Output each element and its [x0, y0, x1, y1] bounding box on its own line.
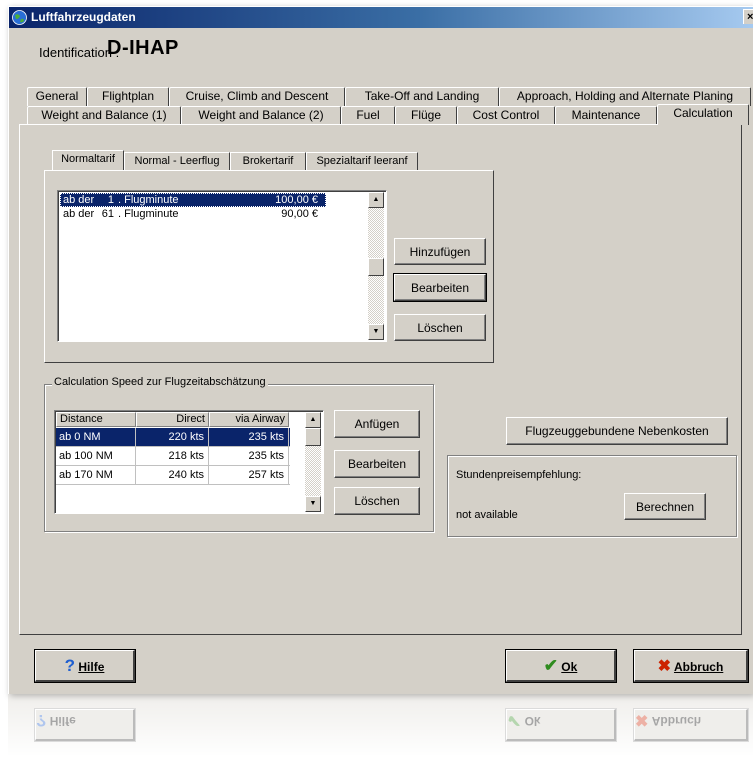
tab-fluege[interactable]: Flüge [395, 106, 457, 125]
tariff-prefix: ab der [63, 208, 95, 220]
subtab-normaltarif[interactable]: Normaltarif [52, 150, 124, 170]
speed-grid-row[interactable]: ab 0 NM 220 kts 235 kts [56, 428, 290, 447]
distance-cell: ab 0 NM [56, 428, 136, 446]
tab-general[interactable]: General [27, 87, 87, 106]
calculate-button[interactable]: Berechnen [624, 493, 706, 520]
tab-calculation[interactable]: Calculation [657, 104, 749, 125]
subtab-spezialtarif[interactable]: Spezialtarif leeranf [306, 152, 418, 170]
tab-weight-balance-1[interactable]: Weight and Balance (1) [27, 106, 181, 125]
close-button[interactable]: × [743, 9, 753, 24]
column-header-distance[interactable]: Distance [56, 412, 136, 427]
airway-speed-cell: 235 kts [209, 447, 289, 465]
check-icon: ✔ [543, 655, 558, 675]
rate-recommendation-value: not available [456, 509, 518, 521]
tab-cost-control[interactable]: Cost Control [457, 106, 555, 125]
scroll-down-button[interactable]: ▼ [305, 496, 321, 512]
delete-speed-button[interactable]: Löschen [334, 487, 420, 515]
ok-label: Ok [561, 659, 578, 674]
tab-flightplan[interactable]: Flightplan [87, 87, 169, 106]
help-icon: ? [64, 655, 76, 675]
tab-weight-balance-2[interactable]: Weight and Balance (2) [181, 106, 341, 125]
delete-tariff-button[interactable]: Löschen [394, 314, 486, 341]
column-header-label: via Airway [235, 413, 285, 425]
tab-row-2: Weight and Balance (1) Weight and Balanc… [27, 104, 752, 125]
help-button[interactable]: ? Hilfe [34, 649, 136, 683]
rate-recommendation-label: Stundenpreisempfehlung: [456, 469, 582, 481]
edit-tariff-button[interactable]: Bearbeiten [393, 273, 487, 302]
speed-grid-scrollbar[interactable]: ▲ ▼ [305, 412, 321, 512]
title-bar[interactable]: Luftfahrzeugdaten × [9, 7, 753, 28]
tariff-minute: 1 [107, 194, 114, 206]
tab-maintenance[interactable]: Maintenance [555, 106, 657, 125]
subtab-normal-leerflug[interactable]: Normal - Leerflug [124, 152, 230, 170]
check-icon: ✔ [507, 711, 522, 730]
window-reflection: ? Hilfe ✔ Ok ✖ Abbruch [8, 694, 753, 771]
help-icon: ? [36, 711, 47, 730]
airway-speed-cell: 257 kts [209, 466, 289, 484]
ok-label-reflection: Ok [524, 714, 541, 728]
add-speed-button[interactable]: Anfügen [334, 410, 420, 438]
column-header-label: Distance [60, 413, 103, 425]
airway-speed-cell: 235 kts [209, 428, 289, 446]
scroll-up-button[interactable]: ▲ [368, 192, 384, 208]
tab-cruise-climb-descent[interactable]: Cruise, Climb and Descent [169, 87, 345, 106]
cancel-label-reflection: Abbruch [651, 714, 702, 728]
scroll-up-button[interactable]: ▲ [305, 412, 321, 428]
tariff-price: 90,00 € [281, 208, 318, 220]
aircraft-extra-costs-button[interactable]: Flugzeuggebundene Nebenkosten [506, 417, 728, 445]
tariff-prefix: ab der [63, 194, 95, 206]
tariff-list-item[interactable]: ab der 61 . Flugminute 90,00 € [60, 207, 326, 221]
cancel-icon: ✖ [657, 657, 672, 675]
distance-cell: ab 100 NM [56, 447, 136, 465]
column-header-via-airway[interactable]: via Airway [209, 412, 289, 427]
add-tariff-button[interactable]: Hinzufügen [394, 238, 486, 265]
direct-speed-cell: 240 kts [136, 466, 209, 484]
scroll-down-button[interactable]: ▼ [368, 324, 384, 340]
subtab-brokertarif[interactable]: Brokertarif [230, 152, 306, 170]
tariff-list-item[interactable]: ab der 1 . Flugminute 100,00 € [60, 193, 326, 207]
help-button-reflection: ? Hilfe [34, 708, 136, 742]
ok-button-reflection: ✔ Ok [505, 708, 617, 742]
tariff-minute: 61 [101, 208, 114, 220]
tab-takeoff-landing[interactable]: Take-Off and Landing [345, 87, 499, 106]
ok-button[interactable]: ✔ Ok [505, 649, 617, 683]
tariff-price: 100,00 € [275, 194, 318, 206]
direct-speed-cell: 218 kts [136, 447, 209, 465]
scroll-thumb[interactable] [368, 258, 384, 276]
tariff-list-scrollbar[interactable]: ▲ ▼ [368, 192, 384, 340]
calculation-speed-label: Calculation Speed zur Flugzeitabschätzun… [52, 376, 268, 388]
identification-value: D-IHAP [107, 37, 179, 59]
speed-grid-row[interactable]: ab 170 NM 240 kts 257 kts [56, 466, 290, 485]
cancel-button[interactable]: ✖ Abbruch [633, 649, 749, 683]
cancel-button-reflection: ✖ Abbruch [633, 708, 749, 742]
tariff-list[interactable]: ab der 1 . Flugminute 100,00 € ab der 61 . Flu… [57, 190, 387, 342]
speed-grid-row[interactable]: ab 100 NM 218 kts 235 kts [56, 447, 290, 466]
direct-speed-cell: 220 kts [136, 428, 209, 446]
help-label-reflection: Hilfe [49, 714, 76, 728]
cancel-icon: ✖ [635, 711, 649, 728]
tab-fuel[interactable]: Fuel [341, 106, 395, 125]
tariff-unit: . Flugminute [118, 194, 179, 206]
speed-grid[interactable]: Distance Direct via Airway ab 0 NM 220 kt… [54, 410, 324, 514]
column-header-direct[interactable]: Direct [136, 412, 209, 427]
cancel-label: Abbruch [673, 659, 724, 674]
tariff-unit: . Flugminute [118, 208, 179, 220]
globe-icon [12, 10, 27, 25]
scroll-thumb[interactable] [305, 428, 321, 446]
window-title: Luftfahrzeugdaten [31, 10, 136, 24]
tab-row-1: General Flightplan Cruise, Climb and Des… [27, 87, 752, 106]
tariff-tabs: Normaltarif Normal - Leerflug Brokertari… [52, 150, 432, 170]
column-header-label: Direct [176, 413, 205, 425]
edit-speed-button[interactable]: Bearbeiten [334, 450, 420, 478]
help-label: Hilfe [78, 659, 105, 674]
distance-cell: ab 170 NM [56, 466, 136, 484]
